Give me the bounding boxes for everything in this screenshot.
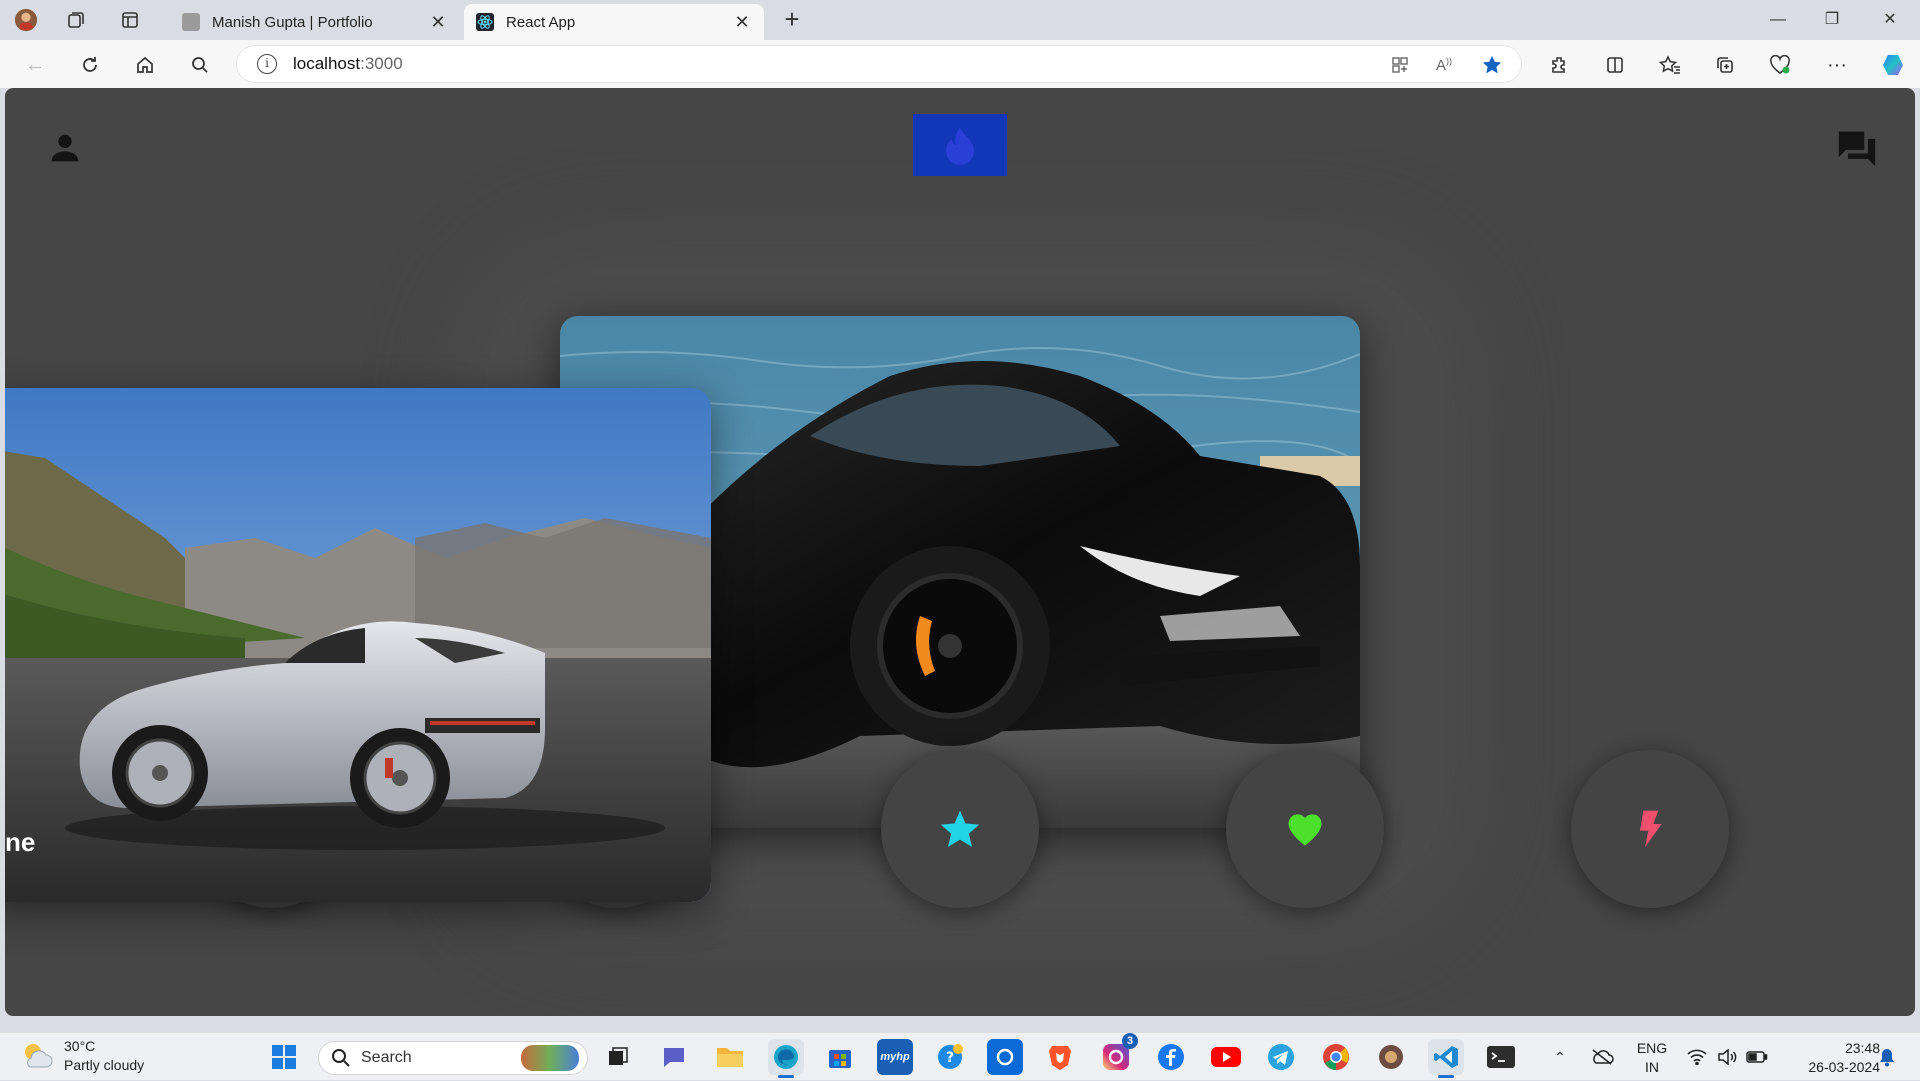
- superlike-button[interactable]: [881, 750, 1039, 908]
- notification-badge: 3: [1122, 1033, 1138, 1049]
- vscode-icon[interactable]: [1428, 1039, 1464, 1078]
- weather-desc: Partly cloudy: [64, 1057, 145, 1073]
- weather-widget[interactable]: 30°C Partly cloudy: [20, 1037, 144, 1075]
- copilot-icon[interactable]: [1880, 52, 1906, 78]
- collections-icon[interactable]: [1712, 52, 1738, 78]
- tab-title: Manish Gupta | Portfolio: [212, 13, 373, 31]
- app-logo[interactable]: [913, 114, 1007, 176]
- browser-tab-bar: Manish Gupta | Portfolio ✕ React App ✕ +…: [0, 0, 1920, 40]
- tab-title: React App: [506, 13, 576, 31]
- app-available-icon[interactable]: [1389, 54, 1411, 76]
- start-button[interactable]: [266, 1039, 302, 1075]
- partly-cloudy-icon: [20, 1039, 54, 1073]
- weather-temp: 30°C: [64, 1038, 96, 1054]
- restore-icon[interactable]: ❐: [1812, 6, 1852, 34]
- onedrive-offline-icon[interactable]: [1588, 1033, 1616, 1081]
- microsoft-store-icon[interactable]: [822, 1039, 858, 1075]
- card-name: ne: [5, 827, 36, 857]
- address-bar[interactable]: i localhost:3000 A)): [236, 45, 1522, 83]
- url-host: localhost: [293, 54, 361, 73]
- profile-avatar-icon[interactable]: [14, 8, 38, 32]
- taskbar-search[interactable]: Search: [318, 1041, 588, 1075]
- app-viewport: ne: [5, 88, 1915, 1016]
- new-tab-button[interactable]: +: [778, 6, 806, 34]
- flame-icon: [946, 127, 974, 165]
- tab-portfolio[interactable]: Manish Gupta | Portfolio ✕: [170, 4, 460, 40]
- refresh-icon[interactable]: [77, 52, 103, 78]
- favorites-icon[interactable]: [1657, 52, 1683, 78]
- wifi-icon[interactable]: [1684, 1033, 1710, 1081]
- language-indicator[interactable]: ENG IN: [1630, 1039, 1674, 1077]
- extensions-icon[interactable]: [1546, 52, 1572, 78]
- site-info-icon[interactable]: i: [257, 54, 277, 74]
- workspaces-icon[interactable]: [64, 8, 88, 32]
- myhp-icon[interactable]: myhp: [877, 1039, 913, 1075]
- chrome-icon[interactable]: [1318, 1039, 1354, 1075]
- heart-icon: [1288, 814, 1322, 846]
- show-hidden-icons-icon[interactable]: ⌃: [1548, 1033, 1572, 1081]
- like-button[interactable]: [1226, 750, 1384, 908]
- region-code: IN: [1645, 1059, 1659, 1075]
- battery-icon[interactable]: [1744, 1033, 1770, 1081]
- svg-text:?: ?: [946, 1050, 954, 1066]
- facebook-icon[interactable]: [1153, 1039, 1189, 1075]
- volume-icon[interactable]: [1714, 1033, 1740, 1081]
- messages-button[interactable]: [1835, 128, 1879, 168]
- profile-card-front[interactable]: ne: [5, 388, 711, 902]
- forum-icon: [1838, 131, 1876, 167]
- clock-date: 26-03-2024: [1808, 1059, 1880, 1075]
- system-clock[interactable]: 23:48 26-03-2024: [1780, 1039, 1880, 1077]
- react-favicon: [476, 13, 494, 31]
- notification-bell-icon[interactable]: [1874, 1033, 1900, 1081]
- split-screen-icon[interactable]: [1602, 52, 1628, 78]
- minimize-icon[interactable]: —: [1758, 6, 1798, 34]
- language-code: ENG: [1636, 1040, 1668, 1056]
- convertible-photo: [5, 388, 711, 902]
- favorite-star-icon[interactable]: [1481, 54, 1503, 76]
- close-tab-icon[interactable]: ✕: [428, 12, 448, 33]
- teams-chat-icon[interactable]: [656, 1039, 692, 1075]
- brave-browser-icon[interactable]: [1042, 1039, 1078, 1075]
- portfolio-favicon: [182, 13, 200, 31]
- person-icon: [51, 134, 79, 162]
- edge-browser-icon[interactable]: [768, 1039, 804, 1078]
- window-close-icon[interactable]: ✕: [1870, 6, 1910, 34]
- search-highlight-icon: [521, 1045, 579, 1071]
- youtube-icon[interactable]: [1208, 1039, 1244, 1075]
- back-icon[interactable]: ←: [22, 52, 48, 78]
- profile-button[interactable]: [45, 128, 85, 168]
- tab-actions-icon[interactable]: [118, 8, 142, 32]
- home-icon[interactable]: [132, 52, 158, 78]
- hp-support-icon[interactable]: ?: [932, 1039, 968, 1075]
- browser-toolbar: ← i localhost:3000 A)) ···: [0, 40, 1920, 88]
- search-icon: [332, 1049, 350, 1067]
- browser-essentials-icon[interactable]: [1767, 52, 1793, 78]
- star-icon: [940, 810, 980, 847]
- instagram-icon[interactable]: 3: [1098, 1033, 1138, 1075]
- task-view-icon[interactable]: [600, 1039, 636, 1075]
- read-aloud-icon[interactable]: A)): [1433, 54, 1455, 76]
- url-port: :3000: [360, 54, 403, 73]
- search-placeholder: Search: [361, 1049, 412, 1066]
- search-icon[interactable]: [187, 52, 213, 78]
- file-explorer-icon[interactable]: [712, 1039, 748, 1075]
- bolt-icon: [1640, 810, 1662, 848]
- close-tab-icon[interactable]: ✕: [732, 12, 752, 33]
- boost-button[interactable]: [1571, 750, 1729, 908]
- clock-time: 23:48: [1844, 1040, 1880, 1056]
- app-icon[interactable]: [1373, 1039, 1409, 1075]
- cortana-icon[interactable]: [987, 1039, 1023, 1075]
- telegram-icon[interactable]: [1263, 1039, 1299, 1075]
- terminal-icon[interactable]: [1483, 1039, 1519, 1075]
- more-options-icon[interactable]: ···: [1824, 52, 1850, 78]
- tab-react-app[interactable]: React App ✕: [464, 4, 764, 40]
- windows-taskbar: 30°C Partly cloudy Search myhp ? 3 ⌃ ENG…: [0, 1032, 1920, 1080]
